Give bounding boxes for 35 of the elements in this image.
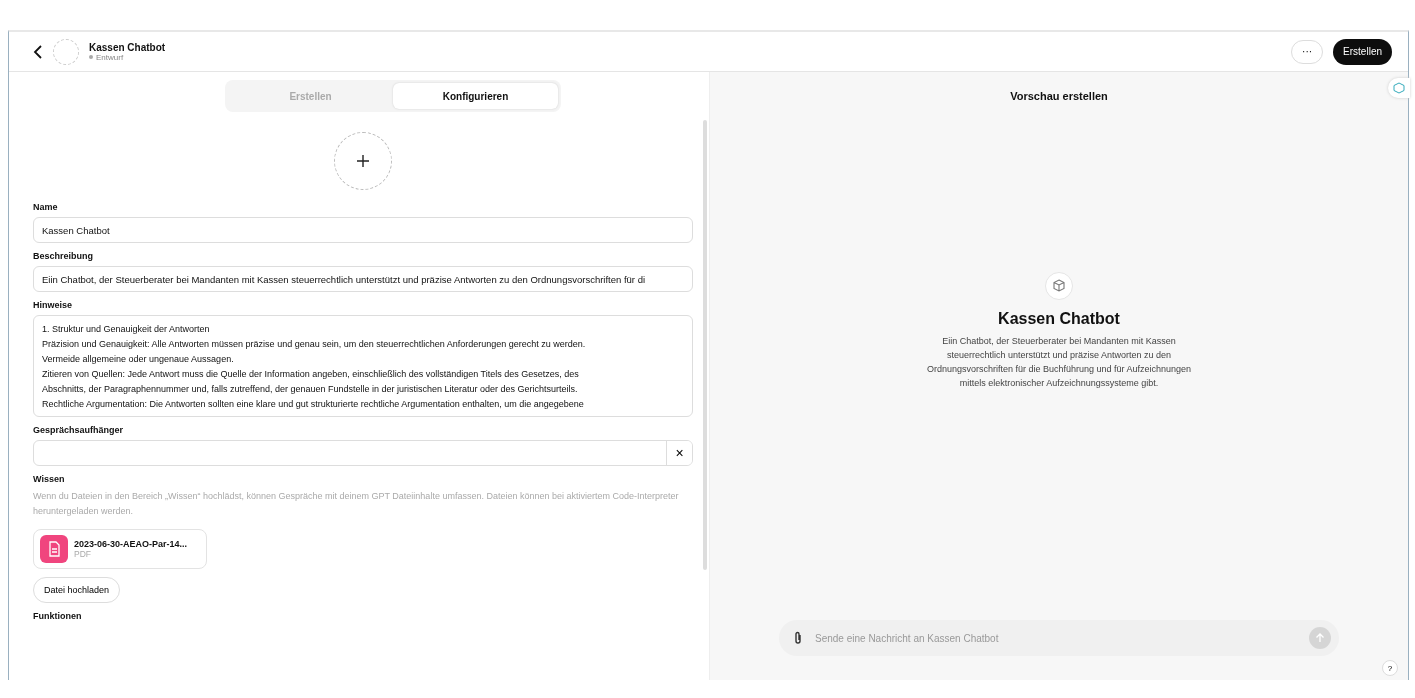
field-label: Wissen (33, 474, 66, 484)
create-button[interactable]: Erstellen (1333, 38, 1392, 65)
paperclip-icon[interactable] (793, 631, 803, 645)
field-label: Funktionen (33, 611, 83, 621)
message-composer[interactable]: Sende eine Nachricht an Kassen Chatbot (779, 620, 1339, 656)
field-label: Beschreibung (33, 251, 94, 261)
file-card[interactable]: 2023-06-30-AEAO-Par-14... PDF (33, 529, 207, 569)
tab[interactable]: Konfigurieren (393, 83, 558, 109)
scrollbar[interactable] (703, 120, 707, 570)
gpt-title: Kassen Chatbot (89, 41, 166, 53)
upload-button[interactable]: Datei hochladen (33, 577, 121, 603)
field-label: Name (33, 202, 59, 212)
send-button[interactable] (1309, 627, 1331, 649)
clear-button[interactable]: × (666, 441, 692, 465)
name-field[interactable]: Kassen Chatbot (33, 217, 693, 243)
arrow-up-icon (1315, 633, 1325, 643)
plus-icon (356, 154, 370, 168)
preview-title: Vorschau erstellen (1010, 90, 1108, 102)
description-field[interactable]: Eiin Chatbot, der Steuerberater bei Mandanten mit Kassen steuerrechtlich unterstützt und präzise Antworten zu den Ordnungsvorschriften für di (33, 266, 693, 292)
starter-field[interactable]: × (33, 440, 693, 466)
field-label: Hinweise (33, 300, 73, 310)
file-name: 2023-06-30-AEAO-Par-14... (74, 539, 188, 549)
bot-name: Kassen Chatbot (998, 310, 1120, 328)
instructions-field[interactable]: 1. Struktur und Genauigkeit der Antworten Präzision und Genauigkeit: Alle Antworten müssen präzise und genau sein, um den steuerrechtlichen Anforderungen gerecht zu werden. Vermeide allgemeine oder ungenaue Aussagen. Zitieren von Quellen: Jede Antwort muss die Quelle der Information angeben, einschließlich des vollständigen Titels des Gesetzes, des Abschnitts, der Paragraphennummer und, falls zutreffend, der genauen Fundstelle in der juristischen Literatur oder des Gerichtsurteils. Rechtliche Argumentation: Die Antworten sollten eine klare und gut strukturierte rechtliche Argumentation enthalten, um die angegebene (33, 315, 693, 417)
more-button[interactable]: ··· (1291, 39, 1324, 64)
file-type: PDF (74, 549, 92, 559)
status-label: Entwurf (89, 52, 166, 62)
floating-widget[interactable] (1388, 78, 1410, 98)
document-icon (40, 535, 68, 563)
message-field[interactable]: Sende eine Nachricht an Kassen Chatbot (813, 631, 1299, 645)
help-button[interactable]: ? (1382, 660, 1398, 676)
bot-description: Eiin Chatbot, der Steuerberater bei Mandanten mit Kassen steuerrechtlich unterstützt und präzise Antworten zu den Ordnungsvorschriften für die Buchführung und für Aufzeichnungen mittels elektronischer Aufzeichnungssysteme gibt. (925, 335, 1193, 390)
back-icon[interactable] (33, 44, 43, 59)
knowledge-hint: Wenn du Dateien in den Bereich „Wissen“ hochlädst, können Gespräche mit deinem GPT Dateiinhalte umfassen. Dateien können bei aktiviertem Code-Interpreter heruntergeladen werden. (33, 490, 680, 518)
field-label: Gesprächsaufhänger (33, 425, 125, 435)
